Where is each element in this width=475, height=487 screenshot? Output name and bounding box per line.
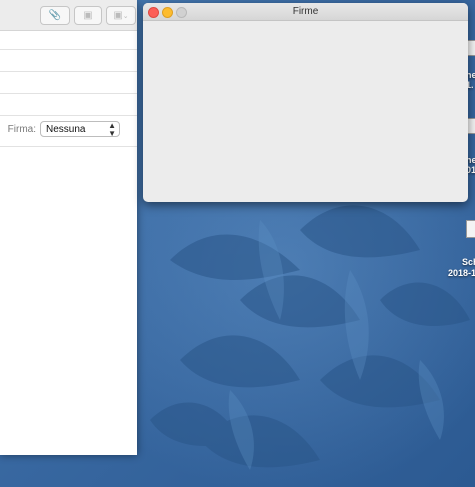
format-icon: ▣ bbox=[83, 10, 93, 21]
mail-compose-window: 📎 ▣ ▣ ⌄ Firma: Nessuna ▲ ▼ bbox=[0, 0, 137, 455]
paperclip-icon: 📎 bbox=[48, 10, 62, 21]
photo-browser-button[interactable]: ▣ ⌄ bbox=[106, 6, 136, 25]
message-body[interactable] bbox=[0, 138, 137, 455]
window-content bbox=[143, 21, 468, 202]
cc-field-row[interactable] bbox=[0, 50, 137, 72]
desktop-item-label[interactable]: 2018-1 bbox=[448, 268, 475, 278]
attach-button[interactable]: 📎 bbox=[40, 6, 70, 25]
select-stepper-icon: ▲ ▼ bbox=[108, 121, 116, 138]
photo-icon: ▣ bbox=[113, 10, 123, 21]
from-field-row[interactable] bbox=[0, 94, 137, 116]
signature-label: Firma: bbox=[7, 124, 36, 135]
format-button[interactable]: ▣ bbox=[74, 6, 102, 25]
signature-select[interactable]: Nessuna ▲ ▼ bbox=[40, 121, 120, 138]
window-title: Firme bbox=[292, 6, 319, 17]
compose-toolbar: 📎 ▣ ▣ ⌄ bbox=[0, 0, 137, 31]
window-titlebar[interactable]: Firme bbox=[143, 3, 468, 21]
chevron-down-icon: ⌄ bbox=[122, 12, 129, 20]
to-field-row[interactable] bbox=[0, 31, 137, 50]
document-icon[interactable] bbox=[466, 220, 475, 238]
signature-value: Nessuna bbox=[46, 124, 86, 135]
firme-window: Firme bbox=[143, 3, 468, 202]
desktop-item-label[interactable]: Sch bbox=[462, 257, 475, 267]
subject-field-row[interactable] bbox=[0, 72, 137, 94]
